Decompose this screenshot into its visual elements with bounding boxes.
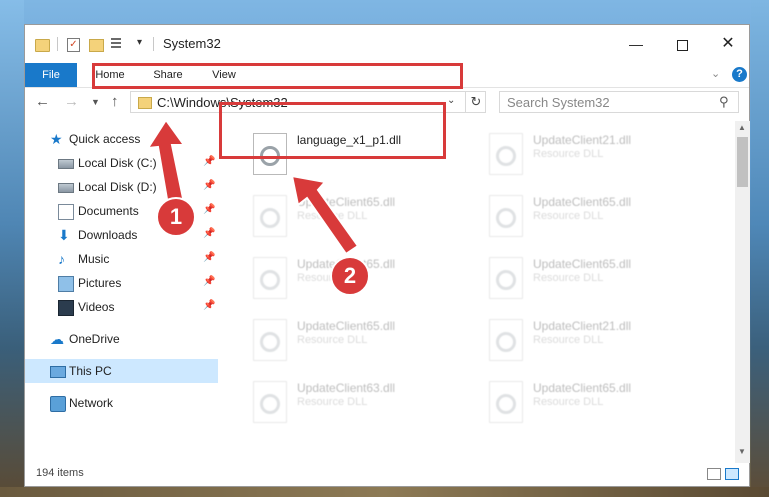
annotation-arrows [146, 118, 360, 256]
step-2-badge: 2 [330, 256, 370, 296]
arrow-1 [146, 118, 186, 207]
arrow-2 [290, 174, 360, 256]
step-1-badge: 1 [156, 197, 196, 237]
